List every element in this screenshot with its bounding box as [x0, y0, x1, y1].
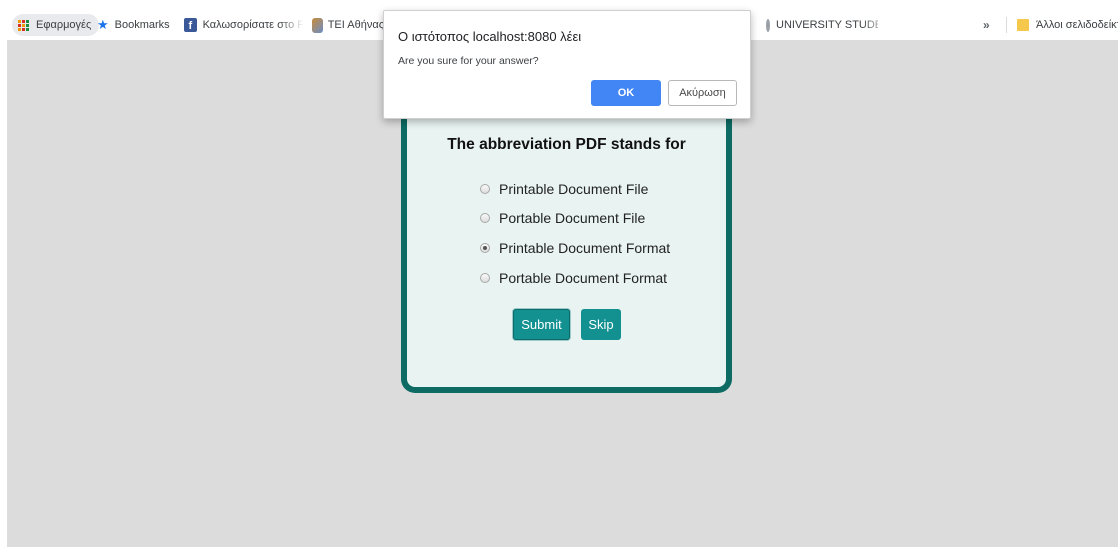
- option-label: Portable Document File: [499, 210, 646, 226]
- submit-button[interactable]: Submit: [513, 309, 570, 340]
- bookmarks-overflow[interactable]: »: [983, 10, 990, 40]
- radio-button[interactable]: [480, 273, 490, 283]
- skip-button[interactable]: Skip: [581, 309, 621, 340]
- bookmark-facebook[interactable]: f Καλωσορίσατε στο F: [184, 10, 304, 40]
- option-printable-document-format[interactable]: Printable Document Format: [480, 240, 670, 256]
- apps-label: Εφαρμογές: [36, 19, 92, 31]
- bookmark-bookmarks[interactable]: ★ Bookmarks: [97, 10, 170, 40]
- dialog-title: Ο ιστότοπος localhost:8080 λέει: [398, 29, 582, 44]
- option-label: Printable Document File: [499, 181, 649, 197]
- option-label: Portable Document Format: [499, 270, 668, 286]
- folder-icon: [1017, 19, 1029, 31]
- bookmark-tei-label: ΤΕΙ Αθήνας: [327, 19, 384, 31]
- radio-button-selected[interactable]: [480, 243, 490, 253]
- bookmark-facebook-label: Καλωσορίσατε στο F: [202, 19, 304, 31]
- radio-button[interactable]: [480, 184, 490, 194]
- option-portable-document-format[interactable]: Portable Document Format: [480, 270, 667, 286]
- tei-icon: [312, 17, 323, 33]
- divider: [1006, 17, 1007, 33]
- apps-shortcut[interactable]: Εφαρμογές: [12, 14, 100, 36]
- bookmark-tei[interactable]: ΤΕΙ Αθήνας: [312, 10, 384, 40]
- bookmark-university[interactable]: UNIVERSITY STUDEN: [766, 10, 878, 40]
- option-portable-document-file[interactable]: Portable Document File: [480, 210, 645, 226]
- dialog-message: Are you sure for your answer?: [398, 55, 539, 67]
- apps-grid-icon: [18, 19, 29, 31]
- option-label: Printable Document Format: [499, 240, 671, 256]
- cancel-button[interactable]: Ακύρωση: [668, 80, 737, 106]
- star-icon: ★: [97, 17, 109, 32]
- question-text: The abbreviation PDF stands for: [447, 136, 686, 153]
- double-chevron-icon: »: [983, 18, 990, 32]
- university-icon: [766, 18, 770, 32]
- bookmark-university-label: UNIVERSITY STUDEN: [776, 19, 878, 31]
- bookmark-bookmarks-label: Bookmarks: [114, 19, 170, 31]
- facebook-icon: f: [184, 18, 197, 32]
- ok-button[interactable]: OK: [591, 80, 661, 106]
- option-printable-document-file[interactable]: Printable Document File: [480, 181, 648, 197]
- quiz-card: The abbreviation PDF stands for Printabl…: [401, 95, 732, 393]
- radio-button[interactable]: [480, 213, 490, 223]
- other-bookmarks[interactable]: Άλλοι σελιδοδείκτες: [996, 10, 1118, 40]
- confirm-dialog: Ο ιστότοπος localhost:8080 λέει Are you …: [383, 10, 751, 119]
- other-bookmarks-label: Άλλοι σελιδοδείκτες: [1036, 19, 1118, 31]
